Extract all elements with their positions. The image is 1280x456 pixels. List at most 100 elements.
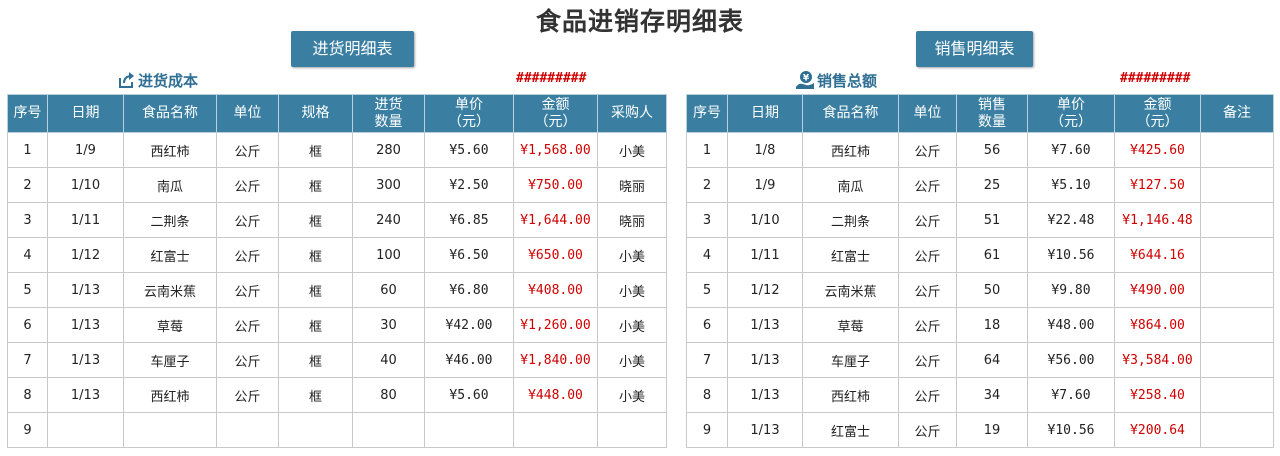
purchase-cell-buyer[interactable]: 小美 [597,272,667,308]
purchase-cell-unit[interactable]: 公斤 [216,167,279,203]
sales-cell-remark[interactable] [1200,377,1274,413]
sales-cell-unit-price[interactable]: ¥9.80 [1027,272,1115,308]
purchase-cell-index[interactable]: 4 [7,237,48,273]
sales-cell-food-name[interactable]: 西红柿 [802,132,899,168]
purchase-detail-button[interactable]: 进货明细表 [291,31,414,67]
purchase-cell-food-name[interactable]: 红富士 [123,237,217,273]
sales-cell-quantity[interactable]: 18 [956,307,1028,343]
sales-cell-amount[interactable]: ¥127.50 [1114,167,1201,203]
sales-cell-index[interactable]: 3 [686,202,728,238]
purchase-cell-amount[interactable]: ¥750.00 [513,167,598,203]
purchase-cell-quantity[interactable]: 280 [352,132,425,168]
sales-cell-remark[interactable] [1200,342,1274,378]
purchase-cell-index[interactable]: 8 [7,377,48,413]
purchase-cell-buyer[interactable]: 小美 [597,307,667,343]
sales-cell-quantity[interactable]: 64 [956,342,1028,378]
sales-cell-index[interactable]: 8 [686,377,728,413]
sales-cell-date[interactable]: 1/13 [727,412,803,448]
purchase-cell-unit[interactable]: 公斤 [216,342,279,378]
sales-cell-amount[interactable]: ¥425.60 [1114,132,1201,168]
purchase-cell-buyer[interactable]: 小美 [597,342,667,378]
sales-cell-food-name[interactable]: 红富士 [802,412,899,448]
sales-cell-index[interactable]: 6 [686,307,728,343]
sales-cell-unit-price[interactable]: ¥56.00 [1027,342,1115,378]
purchase-cell-unit-price[interactable] [424,412,514,448]
sales-cell-date[interactable]: 1/12 [727,272,803,308]
purchase-cell-date[interactable]: 1/13 [47,272,124,308]
purchase-cell-amount[interactable]: ¥448.00 [513,377,598,413]
purchase-cell-date[interactable]: 1/10 [47,167,124,203]
purchase-cell-spec[interactable]: 框 [278,342,353,378]
sales-cell-unit-price[interactable]: ¥10.56 [1027,412,1115,448]
purchase-cell-amount[interactable] [513,412,598,448]
sales-cell-index[interactable]: 5 [686,272,728,308]
purchase-cell-quantity[interactable]: 60 [352,272,425,308]
purchase-cell-date[interactable]: 1/11 [47,202,124,238]
sales-cell-quantity[interactable]: 51 [956,202,1028,238]
purchase-cell-buyer[interactable]: 晓丽 [597,202,667,238]
sales-cell-remark[interactable] [1200,412,1274,448]
sales-cell-food-name[interactable]: 草莓 [802,307,899,343]
sales-cell-amount[interactable]: ¥1,146.48 [1114,202,1201,238]
purchase-cell-spec[interactable]: 框 [278,272,353,308]
sales-cell-remark[interactable] [1200,272,1274,308]
sales-cell-remark[interactable] [1200,237,1274,273]
sales-cell-unit[interactable]: 公斤 [898,237,957,273]
sales-cell-food-name[interactable]: 南瓜 [802,167,899,203]
sales-cell-remark[interactable] [1200,167,1274,203]
purchase-cell-buyer[interactable]: 小美 [597,132,667,168]
purchase-cell-unit-price[interactable]: ¥5.60 [424,377,514,413]
sales-cell-date[interactable]: 1/8 [727,132,803,168]
sales-cell-food-name[interactable]: 车厘子 [802,342,899,378]
purchase-cell-unit[interactable]: 公斤 [216,202,279,238]
purchase-cell-spec[interactable]: 框 [278,202,353,238]
sales-cell-unit[interactable]: 公斤 [898,272,957,308]
purchase-cell-index[interactable]: 3 [7,202,48,238]
sales-cell-date[interactable]: 1/10 [727,202,803,238]
purchase-cell-index[interactable]: 2 [7,167,48,203]
sales-detail-button[interactable]: 销售明细表 [916,31,1033,67]
purchase-cell-index[interactable]: 1 [7,132,48,168]
sales-cell-quantity[interactable]: 19 [956,412,1028,448]
sales-cell-unit[interactable]: 公斤 [898,307,957,343]
sales-cell-index[interactable]: 1 [686,132,728,168]
purchase-cell-buyer[interactable]: 晓丽 [597,167,667,203]
purchase-cell-unit[interactable] [216,412,279,448]
purchase-cell-quantity[interactable]: 80 [352,377,425,413]
purchase-cell-unit-price[interactable]: ¥42.00 [424,307,514,343]
sales-cell-date[interactable]: 1/13 [727,307,803,343]
sales-cell-unit[interactable]: 公斤 [898,167,957,203]
purchase-cell-date[interactable]: 1/13 [47,307,124,343]
sales-cell-amount[interactable]: ¥864.00 [1114,307,1201,343]
sales-cell-food-name[interactable]: 西红柿 [802,377,899,413]
purchase-cell-unit[interactable]: 公斤 [216,132,279,168]
purchase-cell-date[interactable]: 1/12 [47,237,124,273]
purchase-cell-date[interactable]: 1/13 [47,377,124,413]
purchase-cell-food-name[interactable]: 车厘子 [123,342,217,378]
sales-cell-unit[interactable]: 公斤 [898,132,957,168]
sales-cell-unit-price[interactable]: ¥7.60 [1027,132,1115,168]
purchase-cell-unit[interactable]: 公斤 [216,377,279,413]
sales-cell-amount[interactable]: ¥3,584.00 [1114,342,1201,378]
purchase-cell-index[interactable]: 5 [7,272,48,308]
purchase-cell-amount[interactable]: ¥1,644.00 [513,202,598,238]
sales-cell-index[interactable]: 9 [686,412,728,448]
sales-cell-date[interactable]: 1/13 [727,377,803,413]
purchase-cell-index[interactable]: 9 [7,412,48,448]
purchase-cell-food-name[interactable]: 云南米蕉 [123,272,217,308]
sales-cell-date[interactable]: 1/9 [727,167,803,203]
purchase-cell-unit-price[interactable]: ¥5.60 [424,132,514,168]
purchase-cell-amount[interactable]: ¥650.00 [513,237,598,273]
sales-cell-amount[interactable]: ¥258.40 [1114,377,1201,413]
purchase-cell-spec[interactable]: 框 [278,167,353,203]
sales-cell-unit-price[interactable]: ¥22.48 [1027,202,1115,238]
purchase-cell-amount[interactable]: ¥1,840.00 [513,342,598,378]
purchase-cell-spec[interactable]: 框 [278,132,353,168]
purchase-cell-spec[interactable]: 框 [278,307,353,343]
purchase-cell-unit-price[interactable]: ¥6.85 [424,202,514,238]
sales-cell-food-name[interactable]: 红富士 [802,237,899,273]
purchase-cell-buyer[interactable]: 小美 [597,237,667,273]
sales-cell-index[interactable]: 7 [686,342,728,378]
purchase-cell-buyer[interactable]: 小美 [597,377,667,413]
purchase-cell-date[interactable]: 1/9 [47,132,124,168]
